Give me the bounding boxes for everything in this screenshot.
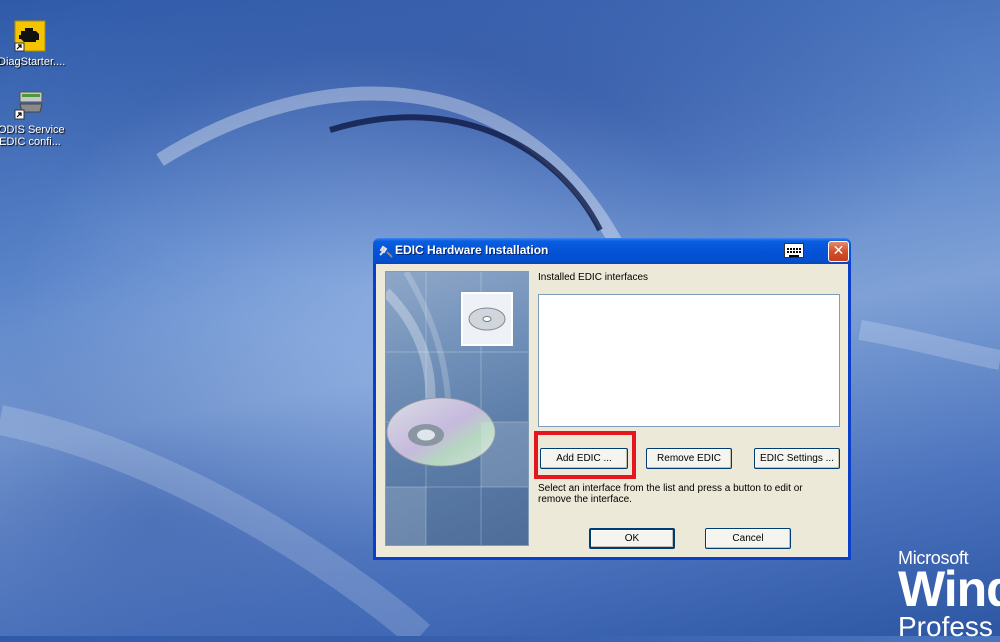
installed-interfaces-label: Installed EDIC interfaces xyxy=(538,272,649,283)
desktop-icon-label: DiagStarter.... xyxy=(0,56,66,68)
keyboard-icon[interactable] xyxy=(784,243,804,258)
wrench-icon xyxy=(379,245,393,258)
desktop-icon-odis-service[interactable]: ODIS Service EDIC confi... xyxy=(0,88,65,148)
engine-icon xyxy=(14,20,46,52)
desktop-icon-label-line2: EDIC confi... xyxy=(0,136,61,148)
remove-edic-button[interactable]: Remove EDIC xyxy=(646,448,732,469)
ok-button[interactable]: OK xyxy=(589,528,675,549)
installed-interfaces-list[interactable] xyxy=(538,294,840,427)
dialog-titlebar[interactable]: EDIC Hardware Installation ✕ xyxy=(373,238,851,264)
add-edic-button[interactable]: Add EDIC ... xyxy=(540,448,628,469)
settings-tool-icon xyxy=(14,88,46,120)
desktop-icon-diagstarter[interactable]: DiagStarter.... xyxy=(0,20,66,68)
desktop-icon-label-line1: ODIS Service xyxy=(0,124,65,136)
windows-xp-logo: Microsoft Wind Profess xyxy=(898,548,1000,641)
close-icon: ✕ xyxy=(832,243,845,259)
logo-edition: Profess xyxy=(898,611,993,642)
cd-artwork-image xyxy=(385,271,529,546)
instruction-text: Select an interface from the list and pr… xyxy=(538,483,803,505)
cancel-button[interactable]: Cancel xyxy=(705,528,791,549)
close-button[interactable]: ✕ xyxy=(828,241,849,262)
logo-name: Wind xyxy=(898,561,1000,617)
edic-settings-button[interactable]: EDIC Settings ... xyxy=(754,448,840,469)
dialog-client-area: Installed EDIC interfaces Add EDIC ... R… xyxy=(376,264,848,557)
dialog-title: EDIC Hardware Installation xyxy=(395,243,549,257)
edic-hardware-installation-dialog: EDIC Hardware Installation ✕ Installed E… xyxy=(373,238,851,560)
